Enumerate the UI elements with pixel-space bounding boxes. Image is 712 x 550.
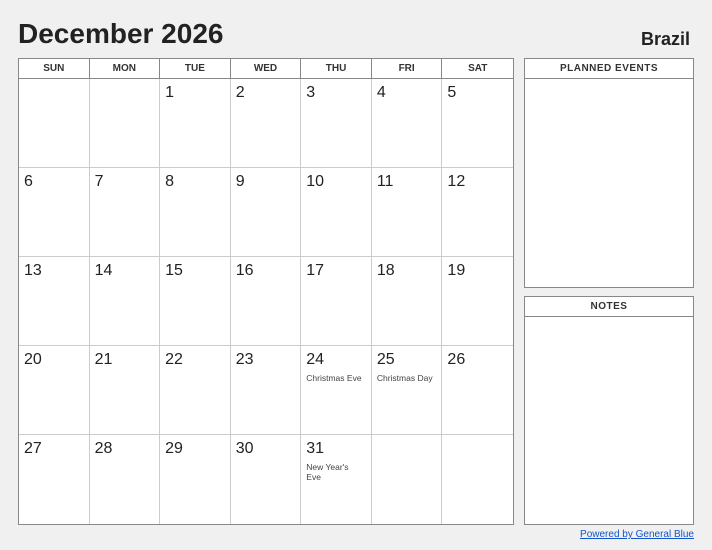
cal-cell-empty	[19, 79, 90, 168]
notes-box: NOTES	[524, 296, 694, 526]
day-header-sun: SUN	[19, 59, 90, 78]
new-years-eve-label: New Year'sEve	[306, 462, 366, 482]
cal-cell-10: 10	[301, 168, 372, 257]
cal-cell-27: 27	[19, 435, 90, 524]
cal-cell-20: 20	[19, 346, 90, 435]
cal-cell-1: 1	[160, 79, 231, 168]
cal-cell-11: 11	[372, 168, 443, 257]
cal-cell-6: 6	[19, 168, 90, 257]
main-layout: SUN MON TUE WED THU FRI SAT 1 2 3 4 5 6 …	[18, 58, 694, 525]
planned-events-content	[525, 79, 693, 287]
notes-content	[525, 317, 693, 525]
cal-cell-empty	[442, 435, 513, 524]
day-header-sat: SAT	[442, 59, 513, 78]
cal-cell-31: 31 New Year'sEve	[301, 435, 372, 524]
cal-cell-17: 17	[301, 257, 372, 346]
day-header-thu: THU	[301, 59, 372, 78]
cal-cell-3: 3	[301, 79, 372, 168]
cal-cell-7: 7	[90, 168, 161, 257]
notes-header: NOTES	[525, 297, 693, 317]
cal-cell-5: 5	[442, 79, 513, 168]
planned-events-header: PLANNED EVENTS	[525, 59, 693, 79]
day-header-tue: TUE	[160, 59, 231, 78]
footer: Powered by General Blue	[18, 529, 694, 540]
day-header-fri: FRI	[372, 59, 443, 78]
cal-cell-16: 16	[231, 257, 302, 346]
cal-cell-12: 12	[442, 168, 513, 257]
cal-cell-empty	[372, 435, 443, 524]
page: December 2026 Brazil SUN MON TUE WED THU…	[0, 0, 712, 550]
cal-cell-26: 26	[442, 346, 513, 435]
calendar-grid: 1 2 3 4 5 6 7 8 9 10 11 12 13 14 15 16 1…	[19, 79, 513, 524]
cal-cell-15: 15	[160, 257, 231, 346]
month-title: December 2026	[18, 18, 223, 50]
right-section: PLANNED EVENTS NOTES	[524, 58, 694, 525]
cal-cell-9: 9	[231, 168, 302, 257]
cal-cell-2: 2	[231, 79, 302, 168]
day-header-mon: MON	[90, 59, 161, 78]
day-header-wed: WED	[231, 59, 302, 78]
cal-cell-30: 30	[231, 435, 302, 524]
cal-cell-22: 22	[160, 346, 231, 435]
cal-cell-14: 14	[90, 257, 161, 346]
cal-cell-25: 25 Christmas Day	[372, 346, 443, 435]
cal-cell-23: 23	[231, 346, 302, 435]
cal-cell-18: 18	[372, 257, 443, 346]
day-headers: SUN MON TUE WED THU FRI SAT	[19, 59, 513, 79]
cal-cell-4: 4	[372, 79, 443, 168]
cal-cell-13: 13	[19, 257, 90, 346]
cal-cell-28: 28	[90, 435, 161, 524]
christmas-day-label: Christmas Day	[377, 373, 437, 383]
header: December 2026 Brazil	[18, 18, 694, 50]
cal-cell-8: 8	[160, 168, 231, 257]
christmas-eve-label: Christmas Eve	[306, 373, 366, 383]
cal-cell-empty	[90, 79, 161, 168]
country-title: Brazil	[641, 29, 690, 50]
cal-cell-21: 21	[90, 346, 161, 435]
cal-cell-24: 24 Christmas Eve	[301, 346, 372, 435]
planned-events-box: PLANNED EVENTS	[524, 58, 694, 288]
powered-by-link[interactable]: Powered by General Blue	[580, 529, 694, 540]
cal-cell-19: 19	[442, 257, 513, 346]
cal-cell-29: 29	[160, 435, 231, 524]
calendar-section: SUN MON TUE WED THU FRI SAT 1 2 3 4 5 6 …	[18, 58, 514, 525]
